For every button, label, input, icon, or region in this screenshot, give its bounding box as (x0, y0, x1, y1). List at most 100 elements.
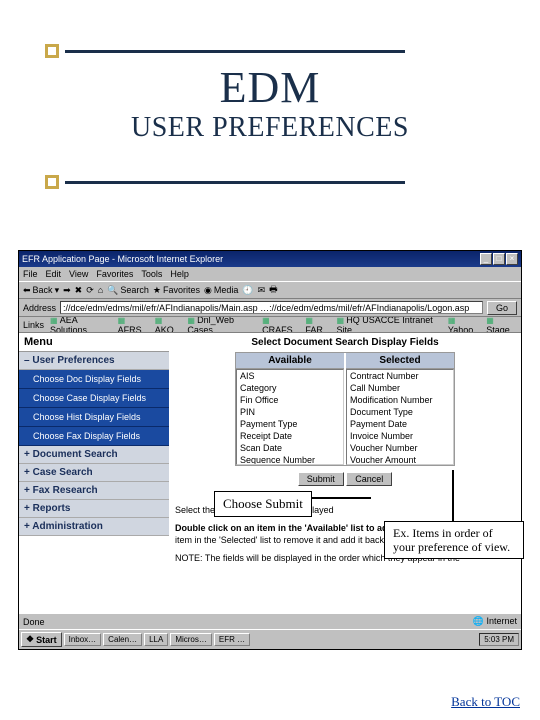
refresh-button[interactable]: ⟳ (86, 285, 94, 296)
stop-button[interactable]: ✖ (75, 285, 83, 296)
list-item[interactable]: Receipt Date (237, 430, 343, 442)
list-item[interactable]: Contract Number (347, 370, 453, 382)
list-item[interactable]: Category (237, 382, 343, 394)
list-item[interactable]: Payment Type (237, 418, 343, 430)
list-item[interactable]: Call Number (347, 382, 453, 394)
nav-doc-fields[interactable]: Choose Doc Display Fields (19, 370, 169, 389)
task-button[interactable]: Calen… (103, 633, 142, 646)
accent-square-top (45, 44, 59, 58)
window-titlebar: EFR Application Page - Microsoft Interne… (19, 251, 521, 267)
minimize-button[interactable]: _ (480, 253, 492, 265)
content-area: Menu User Preferences Choose Doc Display… (19, 333, 521, 613)
mail-button[interactable]: ✉ (258, 285, 266, 296)
link-item[interactable]: AEA Solutions (50, 317, 112, 333)
task-button[interactable]: LLA (144, 633, 168, 646)
divider-mid (65, 181, 405, 184)
link-item[interactable]: AKO (155, 317, 182, 333)
selected-header: Selected (346, 353, 454, 369)
nav-hist-fields[interactable]: Choose Hist Display Fields (19, 408, 169, 427)
back-to-toc-link[interactable]: Back to TOC (451, 694, 520, 710)
connector-line (452, 470, 454, 521)
back-button[interactable]: ⬅ Back ▾ (23, 285, 59, 296)
list-item[interactable]: Invoice Number (347, 430, 453, 442)
list-item[interactable]: AIS (237, 370, 343, 382)
link-item[interactable]: Dnl_Web Cases (187, 317, 256, 333)
close-button[interactable]: × (506, 253, 518, 265)
list-item[interactable]: Scan Date (237, 442, 343, 454)
nav-case-search[interactable]: Case Search (19, 464, 169, 482)
nav-document-search[interactable]: Document Search (19, 446, 169, 464)
list-item[interactable]: Modification Number (347, 394, 453, 406)
browser-window: EFR Application Page - Microsoft Interne… (18, 250, 522, 650)
nav-fax-fields[interactable]: Choose Fax Display Fields (19, 427, 169, 446)
status-bar: Done 🌐 Internet (19, 613, 521, 629)
main-panel: Select Document Search Display Fields Av… (169, 333, 521, 613)
slide-title-sub: USER PREFERENCES (0, 112, 540, 144)
link-item[interactable]: AFRS (118, 317, 149, 333)
slide-title-main: EDM (0, 62, 540, 113)
nav-case-fields[interactable]: Choose Case Display Fields (19, 389, 169, 408)
taskbar: ❖ Start Inbox… Calen… LLA Micros… EFR … … (19, 629, 521, 649)
connector-line (311, 497, 371, 499)
accent-square-mid (45, 175, 59, 189)
menu-edit[interactable]: Edit (46, 269, 62, 279)
link-item[interactable]: FAR (305, 317, 330, 333)
link-item[interactable]: HQ USACCE Intranet Site (336, 317, 441, 333)
panel-title: Select Document Search Display Fields (175, 337, 515, 348)
address-bar: Address Go (19, 299, 521, 317)
start-button[interactable]: ❖ Start (21, 632, 62, 647)
favorites-button[interactable]: ★ Favorites (153, 285, 200, 296)
task-button[interactable]: Inbox… (64, 633, 102, 646)
list-item[interactable]: Voucher Amount (347, 454, 453, 465)
links-label: Links (23, 320, 44, 330)
go-button[interactable]: Go (487, 301, 517, 315)
cancel-button[interactable]: Cancel (346, 472, 392, 486)
system-tray[interactable]: 5:03 PM (479, 633, 519, 646)
menu-file[interactable]: File (23, 269, 38, 279)
links-bar: Links AEA Solutions AFRS AKO Dnl_Web Cas… (19, 317, 521, 333)
submit-button[interactable]: Submit (298, 472, 344, 486)
search-button[interactable]: 🔍 Search (107, 285, 149, 296)
list-item[interactable]: Fin Office (237, 394, 343, 406)
list-item[interactable]: Voucher Number (347, 442, 453, 454)
address-input[interactable] (60, 301, 483, 314)
nav-user-preferences[interactable]: User Preferences (19, 352, 169, 370)
nav-reports[interactable]: Reports (19, 500, 169, 518)
divider-top (65, 50, 405, 53)
task-button[interactable]: Micros… (170, 633, 212, 646)
available-list[interactable]: AIS Category Fin Office PIN Payment Type… (236, 369, 344, 465)
media-button[interactable]: ◉ Media (204, 285, 238, 296)
list-item[interactable]: Document Type (347, 406, 453, 418)
toolbar: ⬅ Back ▾ ➡ ✖ ⟳ ⌂ 🔍 Search ★ Favorites ◉ … (19, 281, 521, 299)
dual-listbox: Available AIS Category Fin Office PIN Pa… (235, 352, 455, 466)
menu-view[interactable]: View (69, 269, 88, 279)
callout-order: Ex. Items in order of your preference of… (384, 521, 524, 559)
nav-administration[interactable]: Administration (19, 518, 169, 536)
status-done: Done (23, 617, 45, 627)
selected-list[interactable]: Contract Number Call Number Modification… (346, 369, 454, 465)
status-zone: 🌐 Internet (473, 616, 517, 627)
link-item[interactable]: CRAFS (262, 317, 299, 333)
print-button[interactable]: 🖶 (269, 282, 278, 298)
menu-favorites[interactable]: Favorites (96, 269, 133, 279)
link-item[interactable]: Stage (486, 317, 517, 333)
available-header: Available (236, 353, 344, 369)
maximize-button[interactable]: □ (493, 253, 505, 265)
task-button[interactable]: EFR … (214, 633, 250, 646)
home-button[interactable]: ⌂ (98, 285, 103, 295)
list-item[interactable]: PIN (237, 406, 343, 418)
history-button[interactable]: 🕘 (242, 285, 253, 296)
callout-choose-submit: Choose Submit (214, 491, 312, 517)
menu-tools[interactable]: Tools (141, 269, 162, 279)
menu-header: Menu (19, 333, 169, 352)
list-item[interactable]: Sequence Number (237, 454, 343, 465)
window-title: EFR Application Page - Microsoft Interne… (22, 254, 223, 264)
link-item[interactable]: Yahoo (448, 317, 480, 333)
sidebar: Menu User Preferences Choose Doc Display… (19, 333, 169, 613)
menubar: File Edit View Favorites Tools Help (19, 267, 521, 281)
address-label: Address (23, 303, 56, 313)
forward-button[interactable]: ➡ (63, 285, 71, 296)
list-item[interactable]: Payment Date (347, 418, 453, 430)
nav-fax-research[interactable]: Fax Research (19, 482, 169, 500)
menu-help[interactable]: Help (170, 269, 189, 279)
